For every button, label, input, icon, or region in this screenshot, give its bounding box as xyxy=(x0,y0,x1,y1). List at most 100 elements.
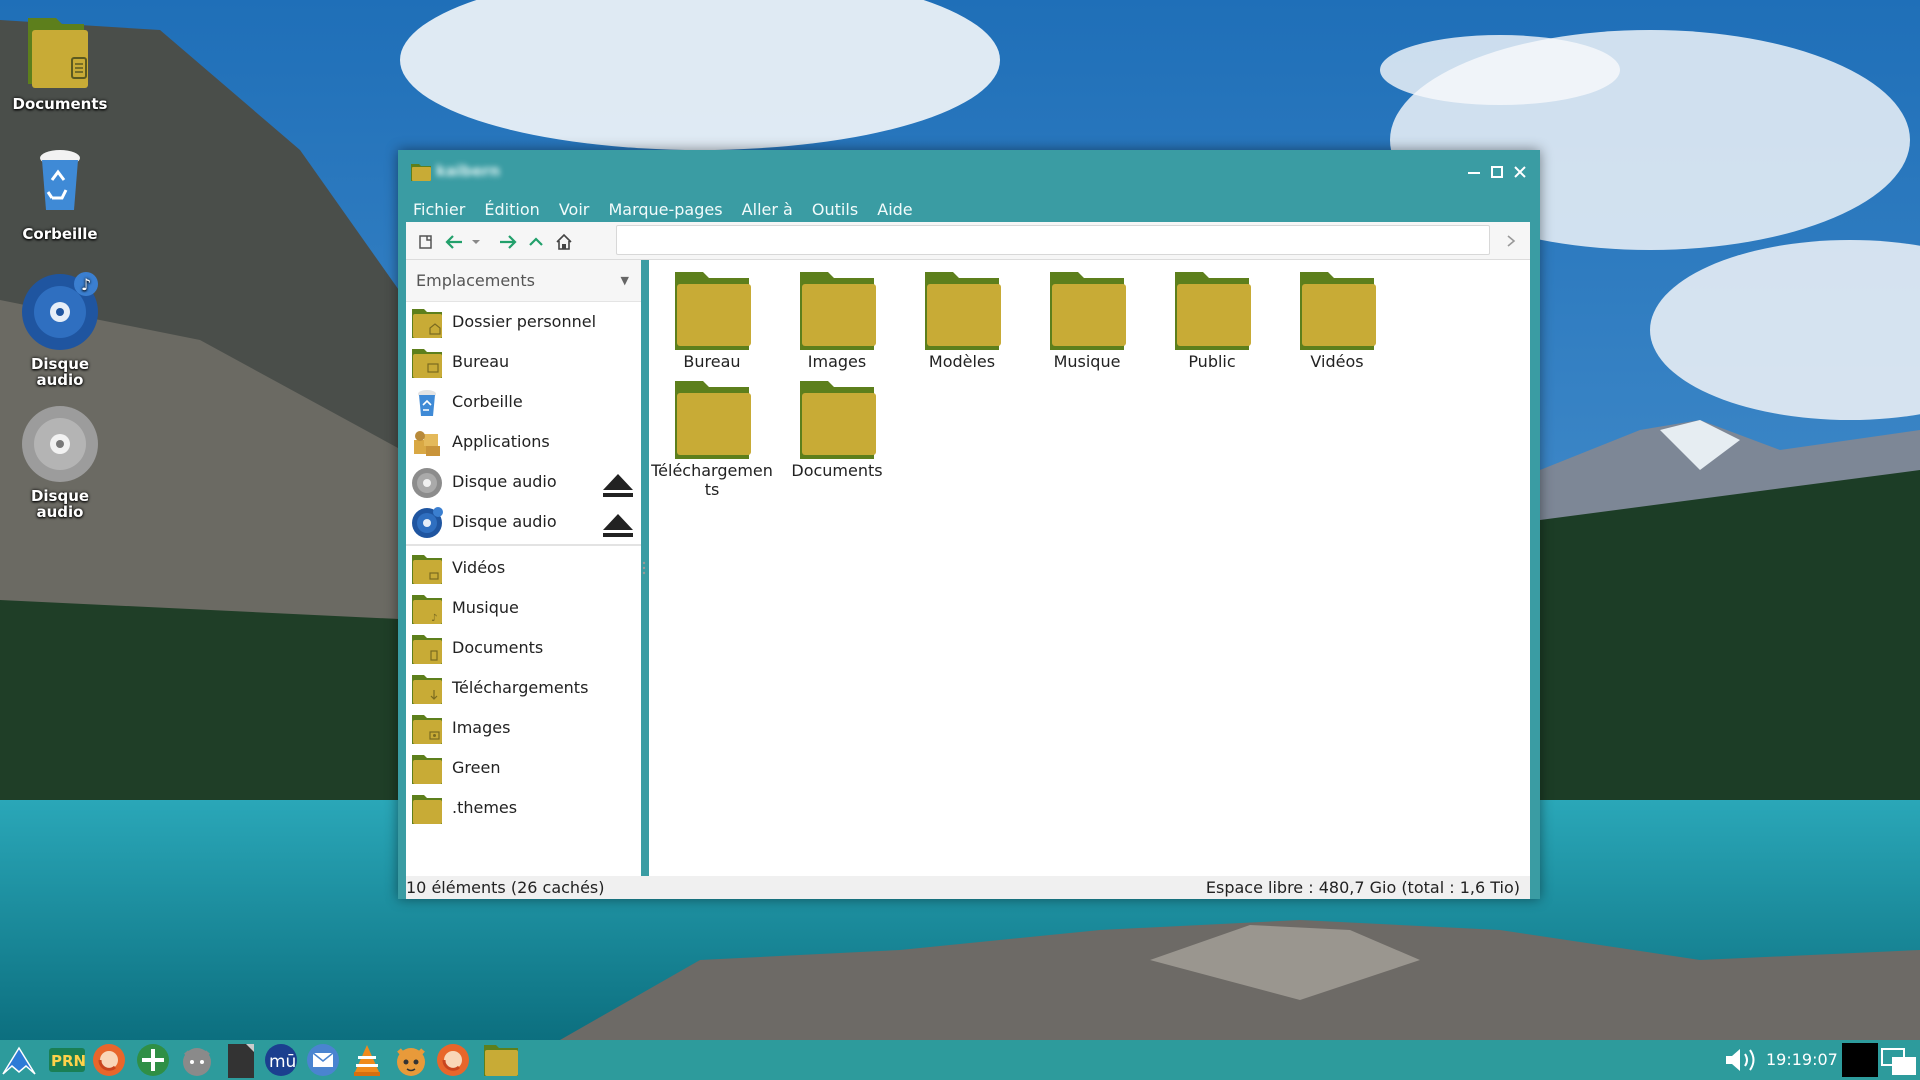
folder-icon xyxy=(410,752,444,786)
downloads-folder-icon xyxy=(410,672,444,706)
close-button[interactable] xyxy=(1510,162,1530,182)
menu-icon[interactable] xyxy=(0,1042,38,1078)
history-dropdown-icon[interactable] xyxy=(468,230,484,254)
places-sidebar: Emplacements ▼ Dossier personnel Bureau … xyxy=(406,260,641,876)
status-bar: 10 éléments (26 cachés) Espace libre : 4… xyxy=(406,876,1530,899)
new-tab-button[interactable] xyxy=(414,230,438,254)
sidebar-item-downloads[interactable]: Téléchargements xyxy=(406,668,641,708)
cpu-monitor xyxy=(1842,1043,1878,1077)
pane-resize-handle[interactable] xyxy=(642,560,646,576)
desktop-icon-disc[interactable]: Disque audio xyxy=(8,402,112,520)
documents-folder-icon xyxy=(410,632,444,666)
file-item-label: Modèles xyxy=(928,352,996,371)
firefox-icon[interactable] xyxy=(90,1042,128,1078)
sidebar-separator xyxy=(406,544,641,546)
folder-documents-icon xyxy=(18,10,102,94)
file-item-public[interactable]: Public xyxy=(1149,270,1275,371)
prn-icon[interactable]: PRN xyxy=(48,1042,86,1078)
disc-icon xyxy=(18,402,102,486)
mail-icon[interactable] xyxy=(304,1042,342,1078)
up-button[interactable] xyxy=(524,230,548,254)
sidebar-item-videos[interactable]: Vidéos xyxy=(406,548,641,588)
sidebar-item-documents[interactable]: Documents xyxy=(406,628,641,668)
desktop-icon-label: Documents xyxy=(12,95,108,113)
sidebar-item-label: Téléchargements xyxy=(452,678,589,697)
file-item-documents[interactable]: Documents xyxy=(774,379,900,480)
vlc-icon[interactable] xyxy=(348,1042,386,1078)
clock[interactable]: 19:19:07 xyxy=(1766,1040,1838,1080)
green-app-icon[interactable] xyxy=(134,1042,172,1078)
sidebar-item-label: Images xyxy=(452,718,511,737)
mu-icon[interactable]: mū xyxy=(262,1042,300,1078)
window-title: kaibern xyxy=(436,162,501,180)
folder-icon xyxy=(410,162,432,186)
audio-disc-icon: ♪ xyxy=(18,270,102,354)
disc-icon xyxy=(410,466,444,500)
trash-icon xyxy=(18,140,102,224)
sidebar-item-audio-disc[interactable]: Disque audio xyxy=(406,502,641,542)
file-view: Bureau Images Modèles Musique Public Vid… xyxy=(649,260,1530,876)
sidebar-item-themes[interactable]: .themes xyxy=(406,788,641,828)
file-item-label: Public xyxy=(1188,352,1236,371)
file-item-videos[interactable]: Vidéos xyxy=(1274,270,1400,371)
chevron-down-icon: ▼ xyxy=(620,274,629,287)
sidebar-item-green[interactable]: Green xyxy=(406,748,641,788)
sidebar-item-trash[interactable]: Corbeille xyxy=(406,382,641,422)
sidebar-item-applications[interactable]: Applications xyxy=(406,422,641,462)
folder-icon xyxy=(1050,272,1126,350)
taskbar: PRN mū 19:19:07 xyxy=(0,1040,1920,1080)
folder-icon[interactable] xyxy=(482,1042,520,1078)
file-manager-window: kaibern Fichier Édition Voir Marque-page… xyxy=(398,150,1540,899)
firefox-icon[interactable] xyxy=(434,1042,472,1078)
folder-icon xyxy=(800,272,876,350)
file-item-images[interactable]: Images xyxy=(774,270,900,371)
cat-app-icon[interactable] xyxy=(178,1042,216,1078)
sidebar-item-label: Dossier personnel xyxy=(452,312,597,331)
terminal-icon[interactable] xyxy=(222,1042,260,1078)
home-folder-icon xyxy=(410,306,444,340)
sidebar-item-label: Disque audio xyxy=(452,472,557,491)
eject-icon[interactable] xyxy=(601,472,635,498)
file-item-label: Musique xyxy=(1053,352,1121,371)
file-item-label: Bureau xyxy=(683,352,741,371)
window-titlebar[interactable]: kaibern xyxy=(398,150,1540,194)
desktop-icon-label: Disque audio xyxy=(30,355,90,389)
sidebar-item-home[interactable]: Dossier personnel xyxy=(406,302,641,342)
sidebar-item-label: Applications xyxy=(452,432,550,451)
svg-text:mū: mū xyxy=(269,1052,296,1072)
file-item-bureau[interactable]: Bureau xyxy=(649,270,775,371)
maximize-button[interactable] xyxy=(1487,162,1507,182)
show-desktop-icon[interactable] xyxy=(1880,1043,1918,1077)
desktop-icon-label: Disque audio xyxy=(30,487,90,521)
sidebar-mode-selector[interactable]: Emplacements ▼ xyxy=(406,260,641,302)
sidebar-item-disc[interactable]: Disque audio xyxy=(406,462,641,502)
file-item-modeles[interactable]: Modèles xyxy=(899,270,1025,371)
desktop-icon-label: Corbeille xyxy=(22,225,98,243)
fox-app-icon[interactable] xyxy=(392,1042,430,1078)
applications-icon xyxy=(410,426,444,460)
sidebar-header-label: Emplacements xyxy=(416,271,535,290)
minimize-button[interactable] xyxy=(1464,162,1484,182)
folder-icon xyxy=(675,272,751,350)
svg-text:♪: ♪ xyxy=(431,613,437,624)
music-folder-icon: ♪ xyxy=(410,592,444,626)
eject-icon[interactable] xyxy=(601,512,635,538)
file-item-telechargements[interactable]: Téléchargements xyxy=(649,379,775,499)
chevron-right-icon[interactable] xyxy=(1500,230,1522,252)
desktop-icon-documents[interactable]: Documents xyxy=(8,10,112,112)
home-button[interactable] xyxy=(552,230,576,254)
desktop-icon-audio-disc[interactable]: ♪ Disque audio xyxy=(8,270,112,388)
svg-text:♪: ♪ xyxy=(81,275,91,294)
volume-icon[interactable] xyxy=(1722,1046,1762,1074)
file-item-label: Vidéos xyxy=(1310,352,1364,371)
desktop-icon-trash[interactable]: Corbeille xyxy=(8,140,112,242)
back-button[interactable] xyxy=(442,230,466,254)
sidebar-item-music[interactable]: ♪ Musique xyxy=(406,588,641,628)
sidebar-item-desktop[interactable]: Bureau xyxy=(406,342,641,382)
folder-icon xyxy=(800,381,876,459)
sidebar-item-pictures[interactable]: Images xyxy=(406,708,641,748)
file-item-musique[interactable]: Musique xyxy=(1024,270,1150,371)
forward-button[interactable] xyxy=(496,230,520,254)
desktop-folder-icon xyxy=(410,346,444,380)
location-bar[interactable] xyxy=(616,225,1490,255)
